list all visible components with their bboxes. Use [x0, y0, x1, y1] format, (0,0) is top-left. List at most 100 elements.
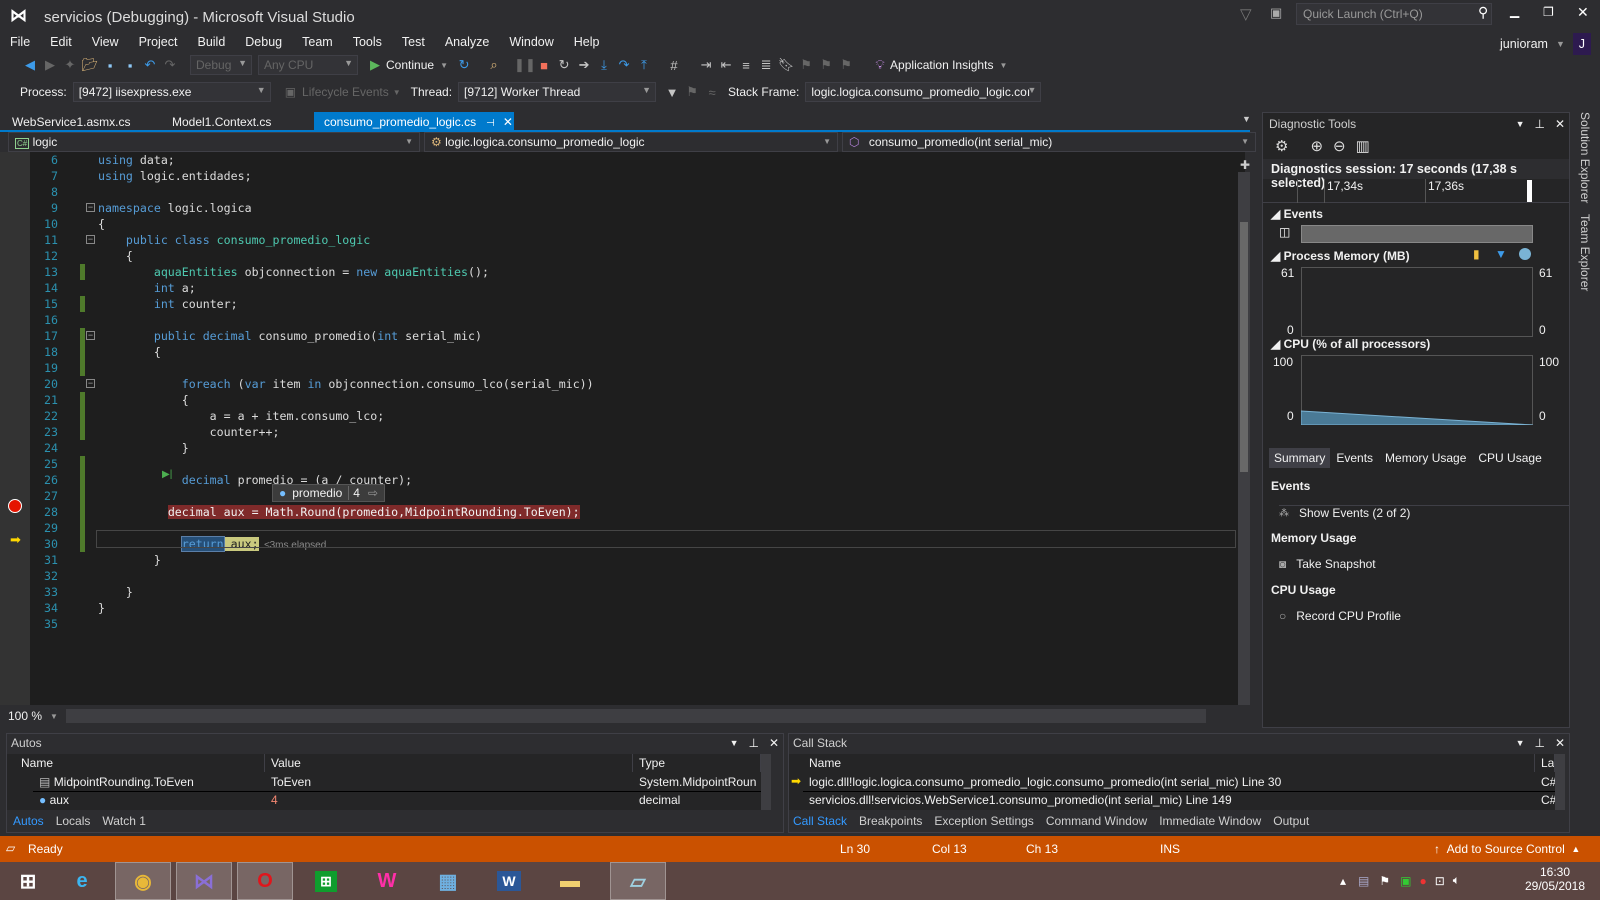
autos-row-name[interactable]: ● aux — [33, 791, 265, 808]
pin-datatip-icon[interactable]: ⇨ — [368, 486, 378, 500]
quick-launch-input[interactable]: Quick Launch (Ctrl+Q) — [1296, 3, 1492, 25]
collapse-region-icon[interactable]: − — [86, 203, 95, 212]
show-next-statement-icon[interactable]: ➔ — [574, 57, 594, 73]
cell-value[interactable]: ToEven — [265, 774, 633, 791]
team-explorer-tab[interactable]: Team Explorer — [1578, 214, 1592, 291]
pin-icon[interactable]: ⊥ — [1534, 117, 1544, 131]
pause-events-icon[interactable]: ◫ — [1279, 225, 1290, 239]
tab-summary[interactable]: Summary — [1269, 448, 1331, 468]
code-line[interactable]: using logic.entidades; — [98, 168, 252, 184]
store-icon[interactable]: ⊞ — [298, 862, 354, 900]
restore-button[interactable]: ❐ — [1543, 5, 1554, 19]
breakpoint-icon[interactable] — [8, 499, 22, 513]
file-explorer-icon[interactable]: ▬ — [542, 862, 598, 900]
close-icon[interactable]: ✕ — [1555, 736, 1565, 750]
outdent-icon[interactable]: ⇤ — [716, 57, 736, 73]
tab-command-window[interactable]: Command Window — [1046, 814, 1147, 828]
continue-dropdown-icon[interactable]: ▼ — [434, 61, 454, 70]
menu-edit[interactable]: Edit — [40, 35, 82, 49]
code-line[interactable]: a = a + item.consumo_lco; — [98, 408, 385, 424]
bookmark-icon[interactable]: 🔖︎ — [776, 57, 796, 73]
tab-memory-usage[interactable]: Memory Usage — [1379, 448, 1472, 468]
show-events-link[interactable]: ⁂ Show Events (2 of 2) — [1279, 505, 1569, 520]
tab-output[interactable]: Output — [1273, 814, 1309, 828]
menu-project[interactable]: Project — [129, 35, 188, 49]
code-line[interactable]: } — [98, 600, 105, 616]
cpu-section-title[interactable]: ◢ CPU (% of all processors) — [1271, 337, 1430, 351]
flag-filter-icon[interactable]: ▼ — [662, 85, 682, 100]
show-external-code-icon[interactable]: ≈ — [702, 85, 722, 100]
tab-breakpoints[interactable]: Breakpoints — [859, 814, 922, 828]
call-stack-frame[interactable]: logic.dll!logic.logica.consumo_promedio_… — [803, 774, 1535, 791]
column-header-name[interactable]: Name — [803, 754, 1535, 772]
save-all-icon[interactable]: ▪ — [120, 58, 140, 73]
current-statement-arrow-icon[interactable]: ➡ — [10, 532, 21, 548]
redo-icon[interactable]: ↷ — [160, 57, 180, 73]
menu-team[interactable]: Team — [292, 35, 343, 49]
tab-events[interactable]: Events — [1330, 448, 1379, 468]
menu-tools[interactable]: Tools — [343, 35, 392, 49]
member-dropdown[interactable]: ⬡ consumo_promedio(int serial_mic) ▼ — [842, 132, 1256, 152]
navigate-forward-icon[interactable]: ▶ — [40, 57, 60, 73]
close-tab-icon[interactable]: ✕ — [503, 115, 513, 129]
memory-section-title[interactable]: ◢ Process Memory (MB) — [1271, 249, 1410, 263]
menu-debug[interactable]: Debug — [235, 35, 292, 49]
datatip[interactable]: ● promedio 4 ⇨ — [272, 484, 386, 502]
tab-consumo-promedio-logic[interactable]: consumo_promedio_logic.cs ⊣ ✕ — [314, 112, 514, 132]
autos-row-name[interactable]: ▤ MidpointRounding.ToEven — [33, 774, 265, 791]
code-line[interactable]: counter++; — [98, 424, 280, 440]
word-icon[interactable]: W — [481, 862, 537, 900]
navigate-back-icon[interactable]: ◀ — [20, 57, 40, 73]
restart-icon[interactable]: ↻ — [554, 57, 574, 73]
tab-overflow-icon[interactable]: ▼ — [1242, 114, 1251, 124]
settings-gear-icon[interactable]: ⚙ — [1275, 137, 1288, 155]
user-name[interactable]: junioram — [1500, 37, 1548, 51]
tab-locals[interactable]: Locals — [56, 814, 91, 828]
stack-frame-select[interactable]: logic.logica.consumo_promedio_logic.coı ▼ — [805, 82, 1042, 102]
menu-file[interactable]: File — [0, 35, 40, 49]
undo-icon[interactable]: ↶ — [140, 57, 160, 73]
continue-play-icon[interactable]: ▶ — [370, 57, 380, 73]
code-line[interactable]: } — [98, 440, 189, 456]
tab-exception-settings[interactable]: Exception Settings — [934, 814, 1033, 828]
code-line[interactable]: int a; — [98, 280, 196, 296]
call-stack-scrollbar[interactable] — [1555, 754, 1565, 810]
add-to-source-control-button[interactable]: ↑ Add to Source Control ▲ — [1434, 842, 1580, 856]
take-snapshot-button[interactable]: ◙ Take Snapshot — [1279, 557, 1376, 571]
close-button[interactable]: ✕ — [1577, 4, 1589, 21]
indent-icon[interactable]: ⇥ — [696, 57, 716, 73]
code-line[interactable]: decimal aux = Math.Round(promedio,Midpoi… — [98, 504, 580, 520]
step-over-icon[interactable]: ↷ — [614, 57, 634, 73]
code-line[interactable]: } — [98, 552, 161, 568]
search-icon[interactable]: ⚲ — [1478, 4, 1488, 21]
menu-help[interactable]: Help — [564, 35, 610, 49]
continue-button[interactable]: Continue — [386, 58, 434, 72]
tab-call-stack[interactable]: Call Stack — [793, 814, 847, 828]
column-header-value[interactable]: Value — [265, 754, 633, 772]
tray-u-icon[interactable]: ▣ — [1400, 874, 1411, 888]
thread-select[interactable]: [9712] Worker Thread ▼ — [458, 82, 657, 102]
notification-filter-icon[interactable]: ▽ — [1240, 5, 1252, 23]
split-editor-icon[interactable]: ✚ — [1240, 158, 1250, 172]
feedback-icon[interactable]: ▣ — [1270, 5, 1282, 21]
pin-icon[interactable]: ⊣ — [486, 118, 495, 129]
code-line[interactable]: public decimal consumo_promedio(int seri… — [98, 328, 482, 344]
menu-view[interactable]: View — [82, 35, 129, 49]
break-all-icon[interactable]: ❚❚ — [514, 57, 536, 73]
events-section-title[interactable]: ◢ Events — [1271, 207, 1323, 221]
scroll-thumb[interactable] — [1240, 222, 1248, 472]
open-file-icon[interactable]: 📂︎ — [80, 57, 100, 73]
timeline-ruler[interactable]: 17,34s 17,36s — [1263, 179, 1569, 203]
zoom-level[interactable]: 100 % — [8, 709, 42, 723]
solution-platform-select[interactable]: Any CPU ▼ — [258, 55, 358, 75]
lifecycle-events-button[interactable]: Lifecycle Events — [302, 85, 389, 99]
prev-bookmark-icon[interactable]: ⚑ — [796, 57, 816, 73]
run-to-click-icon[interactable]: ▶| — [162, 469, 172, 480]
notepad-icon[interactable]: ▱ — [610, 862, 666, 900]
comment-icon[interactable]: ≡ — [736, 58, 756, 73]
code-line[interactable]: { — [98, 248, 133, 264]
action-center-flag-icon[interactable]: ⚑ — [1379, 874, 1390, 888]
zoom-dropdown-icon[interactable]: ▼ — [50, 712, 58, 721]
internet-explorer-icon[interactable]: e — [54, 862, 110, 900]
menu-test[interactable]: Test — [392, 35, 435, 49]
